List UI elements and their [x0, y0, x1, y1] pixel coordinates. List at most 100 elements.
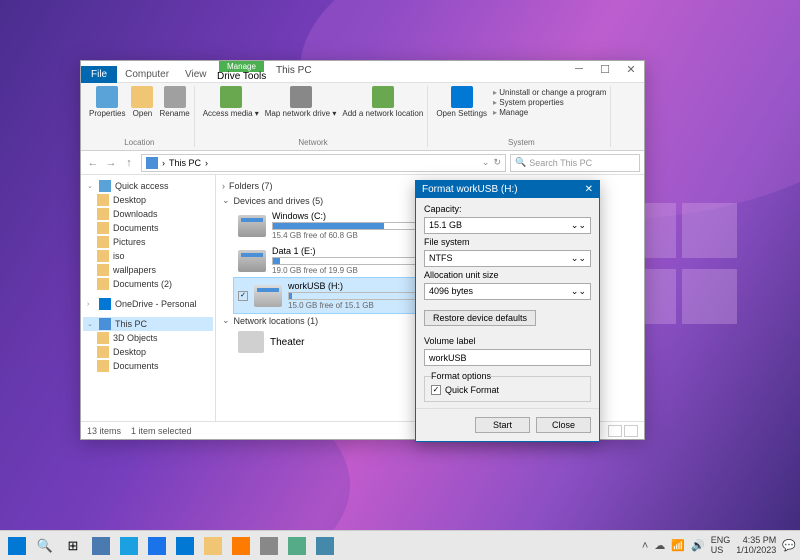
nav-item[interactable]: Downloads: [83, 207, 213, 221]
nav-item[interactable]: Desktop: [83, 345, 213, 359]
nav-item[interactable]: Desktop: [83, 193, 213, 207]
nav-forward[interactable]: →: [103, 157, 119, 169]
task-view-button[interactable]: ⊞: [60, 533, 86, 559]
drive-icon: [238, 250, 266, 272]
firefox-icon: [232, 537, 250, 555]
nav-item[interactable]: iso: [83, 249, 213, 263]
ribbon-open-settings[interactable]: Open Settings: [436, 86, 487, 118]
maximize-button[interactable]: ☐: [596, 63, 614, 76]
media-icon: [220, 86, 242, 108]
capacity-select[interactable]: 15.1 GB⌄: [424, 217, 591, 234]
ribbon-system-properties[interactable]: System properties: [493, 98, 606, 107]
ribbon-open[interactable]: Open: [131, 86, 153, 118]
nav-item[interactable]: Documents: [83, 221, 213, 235]
volume-label-input[interactable]: [424, 349, 591, 366]
notifications-icon[interactable]: 💬: [782, 539, 796, 552]
start-button[interactable]: [4, 533, 30, 559]
folder-icon: [97, 208, 109, 220]
dialog-titlebar[interactable]: Format workUSB (H:) ✕: [416, 181, 599, 198]
view-tiles-button[interactable]: [624, 425, 638, 437]
language-indicator[interactable]: ENGUS: [711, 536, 731, 555]
checkbox-icon[interactable]: ✓: [238, 291, 248, 301]
tab-computer[interactable]: Computer: [117, 66, 177, 83]
windows-icon: [8, 537, 26, 555]
open-icon: [131, 86, 153, 108]
ribbon-map-drive[interactable]: Map network drive ▾: [265, 86, 337, 118]
taskbar-app[interactable]: [144, 533, 170, 559]
pc-icon: [146, 157, 158, 169]
pc-icon: [99, 318, 111, 330]
taskbar-app[interactable]: [312, 533, 338, 559]
view-details-button[interactable]: [608, 425, 622, 437]
close-button[interactable]: Close: [536, 417, 591, 433]
nav-back[interactable]: ←: [85, 157, 101, 169]
onedrive-tray-icon[interactable]: ☁: [654, 539, 665, 552]
search-icon: 🔍: [515, 157, 526, 168]
status-item-count: 13 items: [87, 426, 121, 436]
ribbon-group-network: Network: [203, 138, 424, 147]
allocation-label: Allocation unit size: [424, 270, 591, 280]
taskbar-app[interactable]: [228, 533, 254, 559]
ribbon-uninstall[interactable]: Uninstall or change a program: [493, 88, 606, 97]
system-tray[interactable]: ˄ ☁ 📶 🔊 ENGUS 4:35 PM 1/10/2023 💬: [642, 536, 796, 556]
nav-item[interactable]: Pictures: [83, 235, 213, 249]
properties-icon: [96, 86, 118, 108]
address-bar: ← → ↑ › This PC › ⌄ ↻ 🔍 Search This PC: [81, 151, 644, 175]
rename-icon: [164, 86, 186, 108]
taskbar-app[interactable]: [116, 533, 142, 559]
cloud-icon: [99, 298, 111, 310]
tab-drive-tools[interactable]: Drive Tools: [209, 71, 274, 82]
nav-this-pc[interactable]: ⌄This PC: [83, 317, 213, 331]
dialog-close-button[interactable]: ✕: [585, 184, 593, 195]
dialog-title: Format workUSB (H:): [422, 184, 518, 195]
search-input[interactable]: 🔍 Search This PC: [510, 154, 640, 172]
nav-onedrive[interactable]: ›OneDrive - Personal: [83, 297, 213, 311]
tray-overflow-icon[interactable]: ˄: [642, 540, 648, 552]
minimize-button[interactable]: ─: [570, 63, 588, 76]
folder-icon: [97, 264, 109, 276]
taskbar-app[interactable]: [172, 533, 198, 559]
folder-icon: [97, 236, 109, 248]
taskbar-app[interactable]: [284, 533, 310, 559]
taskbar-app[interactable]: [256, 533, 282, 559]
ribbon-manage[interactable]: Manage: [493, 108, 606, 117]
nav-item[interactable]: Documents (2): [83, 277, 213, 291]
network-tray-icon[interactable]: 📶: [671, 539, 685, 552]
settings-icon: [451, 86, 473, 108]
edge-icon: [120, 537, 138, 555]
titlebar[interactable]: Manage File Computer View Drive Tools Th…: [81, 61, 644, 83]
start-button[interactable]: Start: [475, 417, 530, 433]
volume-tray-icon[interactable]: 🔊: [691, 539, 705, 552]
usb-drive-icon: [254, 285, 282, 307]
allocation-select[interactable]: 4096 bytes⌄: [424, 283, 591, 300]
format-dialog: Format workUSB (H:) ✕ Capacity: 15.1 GB⌄…: [415, 180, 600, 442]
search-button[interactable]: 🔍: [32, 533, 58, 559]
quick-format-checkbox[interactable]: ✓ Quick Format: [431, 385, 584, 395]
filesystem-select[interactable]: NTFS⌄: [424, 250, 591, 267]
navigation-pane[interactable]: ⌄Quick access Desktop Downloads Document…: [81, 175, 216, 421]
taskbar[interactable]: 🔍 ⊞ ˄ ☁ 📶 🔊 ENGUS 4:35 PM 1/10/2023 💬: [0, 530, 800, 560]
window-title: This PC: [276, 65, 312, 76]
refresh-button[interactable]: ↻: [493, 157, 501, 168]
close-button[interactable]: ✕: [622, 63, 640, 76]
ribbon-group-location: Location: [89, 138, 190, 147]
nav-quick-access[interactable]: ⌄Quick access: [83, 179, 213, 193]
ribbon-group-system: System: [436, 138, 606, 147]
folder-icon: [97, 278, 109, 290]
ribbon-rename[interactable]: Rename: [159, 86, 189, 118]
nav-up[interactable]: ↑: [121, 157, 137, 169]
nav-item[interactable]: Documents: [83, 359, 213, 373]
restore-defaults-button[interactable]: Restore device defaults: [424, 310, 536, 326]
clock[interactable]: 4:35 PM 1/10/2023: [736, 536, 776, 556]
format-options-group: Format options ✓ Quick Format: [424, 371, 591, 402]
ribbon-add-location[interactable]: Add a network location: [342, 86, 423, 118]
ribbon-properties[interactable]: Properties: [89, 86, 125, 118]
taskbar-explorer[interactable]: [200, 533, 226, 559]
taskbar-app[interactable]: [88, 533, 114, 559]
address-input[interactable]: › This PC › ⌄ ↻: [141, 154, 506, 172]
nav-item[interactable]: 3D Objects: [83, 331, 213, 345]
ribbon-access-media[interactable]: Access media ▾: [203, 86, 259, 118]
volume-label-label: Volume label: [424, 336, 591, 346]
tab-file[interactable]: File: [81, 66, 117, 83]
nav-item[interactable]: wallpapers: [83, 263, 213, 277]
